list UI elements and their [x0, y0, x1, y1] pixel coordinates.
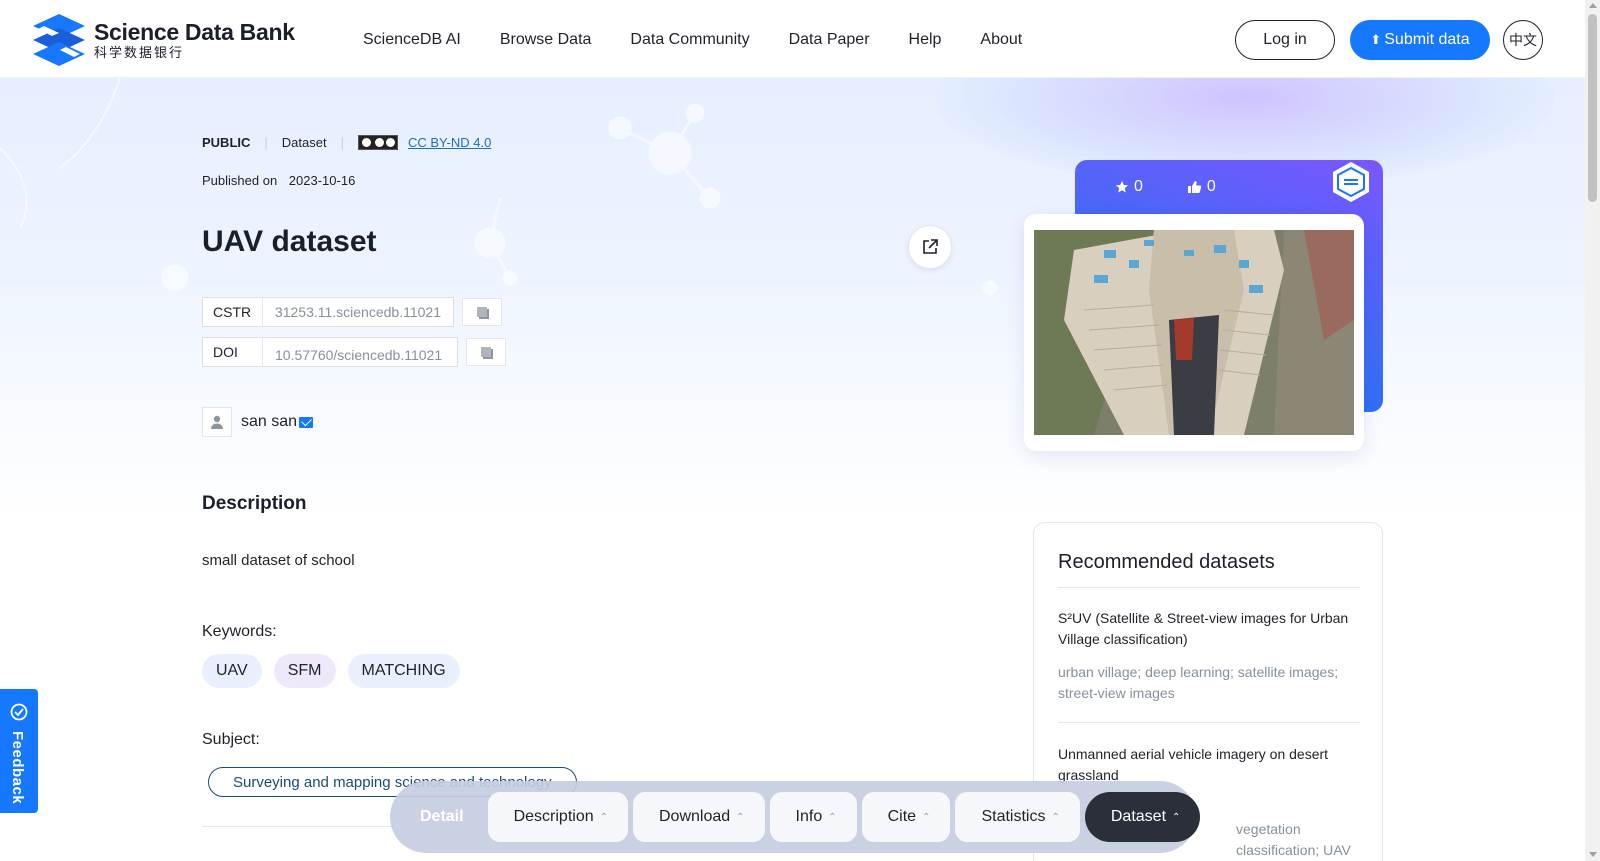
doi-field: DOI 10.57760/sciencedb.11021 [202, 337, 458, 367]
logo-title: Science Data Bank [94, 19, 295, 45]
keywords-label: Keywords: [202, 623, 277, 640]
chevron-up-icon: ⌃ [1051, 811, 1060, 823]
chevron-up-icon: ⌃ [1172, 811, 1181, 823]
keyword-list: UAV SFM MATCHING [202, 654, 472, 688]
scroll-down-icon[interactable] [1589, 852, 1597, 857]
like-count-value: 0 [1206, 178, 1216, 195]
tab-label: Dataset [1110, 808, 1167, 825]
copy-icon [481, 347, 491, 357]
recommended-item-keywords: urban village; deep learning; satellite … [1058, 664, 1339, 701]
share-button[interactable] [908, 225, 952, 269]
keyword-tag[interactable]: UAV [202, 654, 262, 688]
tab-description[interactable]: Description ⌃ [487, 792, 628, 842]
nav-browse-data[interactable]: Browse Data [500, 31, 592, 49]
tab-label: Statistics [981, 808, 1046, 825]
nav-data-community[interactable]: Data Community [630, 31, 749, 49]
license-link[interactable]: CC BY-ND 4.0 [408, 135, 491, 150]
tab-label: Description [513, 808, 594, 825]
nav-help[interactable]: Help [909, 31, 942, 49]
tab-info[interactable]: Info ⌃ [769, 792, 857, 842]
tab-cite[interactable]: Cite ⌃ [861, 792, 951, 842]
copy-doi-button[interactable] [466, 338, 506, 366]
recommended-divider [1058, 587, 1360, 588]
tab-label: Cite [887, 808, 917, 825]
copy-icon [477, 307, 487, 317]
page-title: UAV dataset [202, 225, 377, 258]
site-logo[interactable]: Science Data Bank 科学数据银行 [30, 12, 295, 68]
tab-label: Info [795, 808, 823, 825]
recommended-item-title[interactable]: S²UV (Satellite & Street-view images for… [1058, 608, 1358, 650]
doi-label: DOI [203, 338, 263, 366]
upload-icon: ⬆ [1370, 32, 1382, 47]
feedback-tab[interactable]: Feedback [0, 689, 38, 813]
star-icon [1116, 181, 1128, 193]
submit-data-button[interactable]: ⬆ Submit data [1350, 20, 1490, 60]
cc-license-icon [357, 135, 398, 150]
cstr-label: CSTR [203, 298, 263, 326]
chevron-up-icon: ⌃ [599, 811, 608, 823]
subject-label: Subject: [202, 731, 260, 748]
keyword-tag[interactable]: SFM [273, 654, 336, 688]
cstr-field: CSTR 31253.11.sciencedb.11021 [202, 297, 454, 327]
star-count[interactable]: 0 [1115, 178, 1143, 196]
access-badge: PUBLIC [202, 135, 251, 150]
logo-subtitle: 科学数据银行 [94, 45, 185, 60]
doi-value[interactable]: 10.57760/sciencedb.11021 [263, 341, 454, 363]
author-avatar-icon [202, 407, 232, 437]
meta-separator: | [264, 135, 268, 150]
dataset-meta-row: PUBLIC | Dataset | CC BY-ND 4.0 [202, 135, 491, 150]
login-button[interactable]: Log in [1235, 20, 1335, 60]
language-switch-button[interactable]: 中文 [1503, 20, 1543, 60]
dataset-cover-card [1024, 214, 1364, 451]
scroll-up-icon[interactable] [1589, 3, 1597, 8]
tab-statistics[interactable]: Statistics ⌃ [955, 792, 1080, 842]
user-icon [211, 415, 223, 429]
nav-data-paper[interactable]: Data Paper [789, 31, 870, 49]
published-row: Published on 2023-10-16 [202, 173, 355, 188]
chevron-up-icon: ⌃ [922, 811, 931, 823]
copy-cstr-button[interactable] [462, 298, 502, 326]
certified-badge-icon [1333, 162, 1369, 202]
cstr-value[interactable]: 31253.11.sciencedb.11021 [263, 304, 453, 320]
tab-download[interactable]: Download ⌃ [633, 792, 765, 842]
author-name[interactable]: san san [241, 413, 297, 431]
published-date: 2023-10-16 [288, 173, 356, 188]
published-label: Published on [202, 173, 278, 188]
like-count[interactable]: 0 [1187, 178, 1216, 196]
submit-data-label: Submit data [1384, 31, 1470, 48]
tab-dataset[interactable]: Dataset ⌃ [1084, 792, 1201, 842]
dataset-kind: Dataset [281, 135, 327, 150]
scrollbar-thumb[interactable] [1588, 14, 1597, 202]
dataset-cover-image[interactable] [1034, 230, 1354, 435]
tab-label: Download [659, 808, 731, 825]
page-scrollbar[interactable] [1585, 0, 1600, 861]
section-tab-bar: Detail Description ⌃ Download ⌃ Info ⌃ Cite… [390, 781, 1201, 853]
recommended-divider [1058, 722, 1360, 723]
star-count-value: 0 [1134, 178, 1143, 195]
description-text: small dataset of school [202, 552, 355, 569]
top-header: Science Data Bank 科学数据银行 ScienceDB AI Br… [0, 0, 1585, 78]
science-data-bank-logo-icon [33, 14, 85, 66]
chevron-up-icon: ⌃ [828, 811, 837, 823]
keyword-tag[interactable]: MATCHING [347, 654, 460, 688]
chevron-up-icon: ⌃ [736, 811, 745, 823]
email-icon[interactable] [299, 416, 314, 428]
nav-about[interactable]: About [980, 31, 1022, 49]
description-heading: Description [202, 493, 307, 514]
recommended-title: Recommended datasets [1058, 551, 1275, 573]
author-row: san san [202, 407, 314, 437]
external-link-icon [923, 239, 938, 254]
thumbs-up-icon [1187, 181, 1202, 193]
nav-sciencedb-ai[interactable]: ScienceDB AI [363, 31, 461, 49]
feedback-icon [10, 703, 28, 721]
tab-detail[interactable]: Detail [420, 808, 464, 826]
feedback-label: Feedback [9, 731, 26, 805]
meta-separator: | [340, 135, 344, 150]
recommended-item-title[interactable]: Unmanned aerial vehicle imagery on deser… [1058, 744, 1358, 786]
main-nav: ScienceDB AI Browse Data Data Community … [363, 31, 1061, 49]
